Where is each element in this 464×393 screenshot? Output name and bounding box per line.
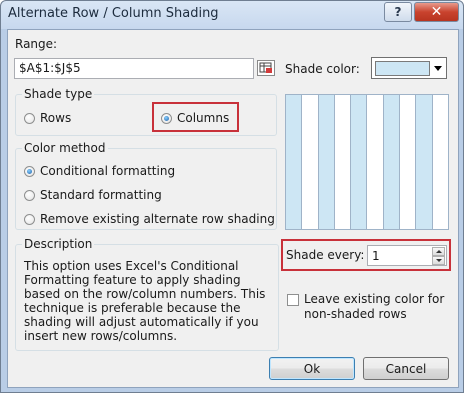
- leave-existing-label[interactable]: Leave existing color for non-shaded rows: [304, 292, 452, 322]
- description-title: Description: [22, 237, 95, 251]
- range-input[interactable]: $A$1:$J$5: [14, 58, 254, 79]
- preview-column: [433, 95, 448, 229]
- shade-every-stepper[interactable]: 1: [367, 245, 447, 266]
- standard-formatting-radio[interactable]: [24, 190, 35, 201]
- ok-button[interactable]: Ok: [269, 357, 355, 380]
- stepper-down-button[interactable]: [432, 256, 445, 265]
- preview-column: [416, 95, 433, 229]
- shade-type-title: Shade type: [22, 87, 95, 101]
- range-label: Range:: [15, 37, 58, 51]
- shade-every-label: Shade every:: [286, 248, 365, 262]
- standard-formatting-label[interactable]: Standard formatting: [40, 188, 162, 202]
- conditional-formatting-label[interactable]: Conditional formatting: [40, 164, 175, 178]
- shade-color-label: Shade color:: [285, 62, 360, 76]
- arrow-up-icon: [436, 250, 442, 253]
- shade-color-dropdown[interactable]: [371, 57, 447, 79]
- dialog-body: Range: $A$1:$J$5 Shade color: Shade type…: [7, 29, 459, 388]
- color-method-title: Color method: [22, 141, 108, 155]
- range-select-button[interactable]: [257, 60, 275, 76]
- remove-shading-label[interactable]: Remove existing alternate row shading: [40, 212, 275, 226]
- remove-shading-radio[interactable]: [24, 214, 35, 225]
- preview-column: [367, 95, 384, 229]
- rows-radio-label[interactable]: Rows: [40, 111, 71, 125]
- leave-existing-checkbox[interactable]: [287, 294, 299, 306]
- preview-column: [351, 95, 368, 229]
- preview-column: [400, 95, 417, 229]
- rows-radio[interactable]: [24, 113, 35, 124]
- range-select-icon: [259, 62, 272, 73]
- columns-highlight-box: [152, 102, 239, 132]
- dialog-title: Alternate Row / Column Shading: [8, 6, 219, 21]
- stepper-up-button[interactable]: [432, 247, 445, 256]
- shading-preview: [285, 94, 449, 230]
- chevron-down-icon: [434, 66, 442, 71]
- conditional-formatting-radio[interactable]: [24, 166, 35, 177]
- preview-column: [383, 95, 401, 229]
- description-group: Description This option uses Excel's Con…: [15, 237, 279, 351]
- description-text: This option uses Excel's Conditional For…: [24, 259, 266, 343]
- stepper-buttons: [432, 247, 445, 265]
- preview-column: [318, 95, 335, 229]
- help-button[interactable]: ?: [384, 2, 412, 22]
- preview-column: [335, 95, 352, 229]
- title-bar[interactable]: Alternate Row / Column Shading ? ✕: [1, 1, 463, 29]
- shade-every-value[interactable]: 1: [372, 249, 380, 263]
- close-button[interactable]: ✕: [414, 2, 459, 22]
- preview-column: [302, 95, 319, 229]
- preview-column: [286, 95, 303, 229]
- cancel-button[interactable]: Cancel: [363, 357, 449, 380]
- color-method-group: Color method Conditional formatting Stan…: [15, 141, 277, 230]
- shade-color-swatch: [375, 61, 430, 76]
- arrow-down-icon: [436, 259, 442, 262]
- dialog-window: Alternate Row / Column Shading ? ✕ Range…: [0, 0, 464, 393]
